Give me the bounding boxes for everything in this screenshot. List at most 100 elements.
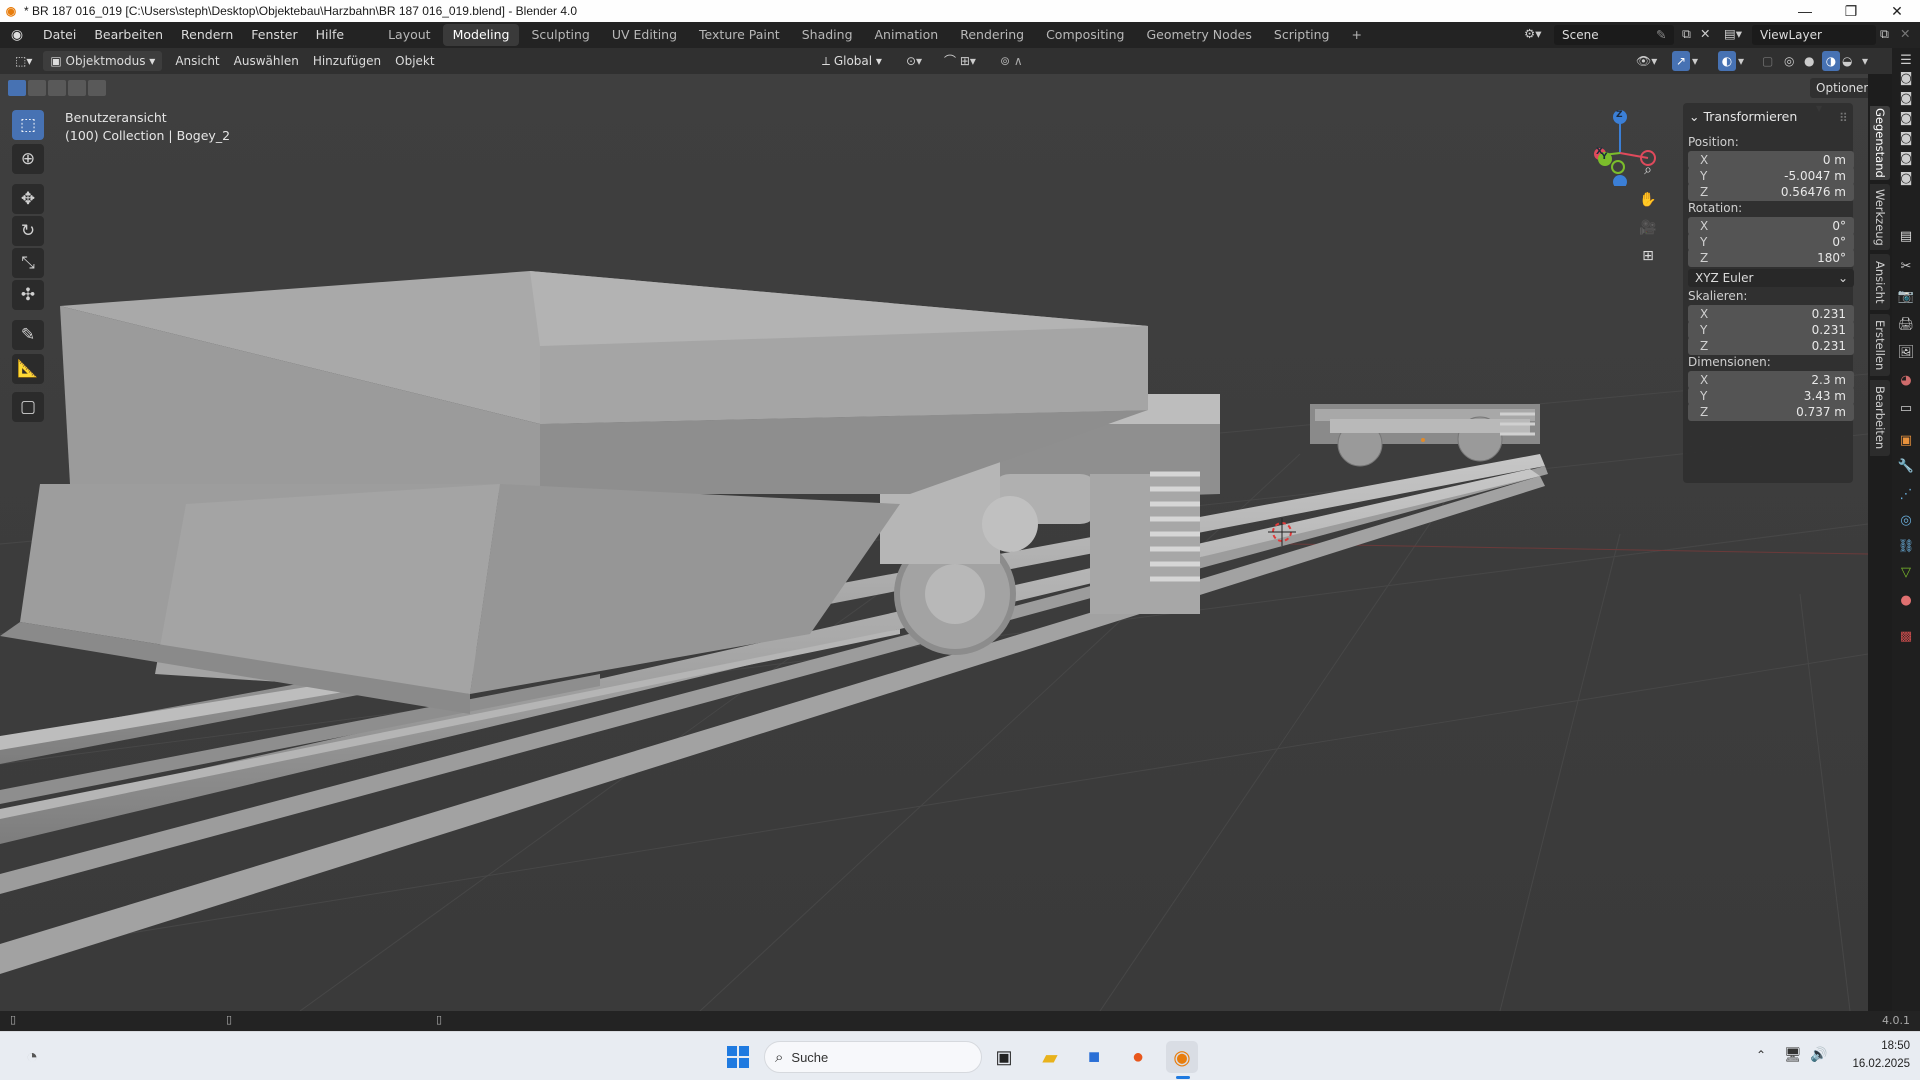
view-layer-icon[interactable]: ▤▾: [1724, 26, 1742, 41]
tab-animation[interactable]: Animation: [865, 24, 949, 46]
select-invert-icon[interactable]: [68, 80, 86, 96]
gizmo-toggle-icon[interactable]: ↗: [1672, 51, 1690, 71]
maximize-button[interactable]: ❐: [1828, 3, 1874, 20]
menu-ansicht[interactable]: Ansicht: [168, 51, 226, 71]
tab-gegenstand[interactable]: Gegenstand: [1870, 106, 1890, 180]
add-workspace-button[interactable]: +: [1341, 24, 1371, 46]
firefox-icon[interactable]: ●: [1122, 1041, 1154, 1073]
camera-visible-icon[interactable]: ◙: [1898, 130, 1914, 146]
select-new-icon[interactable]: [8, 80, 26, 96]
file-explorer-icon[interactable]: ▰: [1034, 1041, 1066, 1073]
scene-selector-icon[interactable]: ⚙▾: [1524, 26, 1552, 44]
tab-sculpting[interactable]: Sculpting: [521, 24, 599, 46]
tab-layout[interactable]: Layout: [378, 24, 441, 46]
volume-icon[interactable]: 🔊: [1810, 1046, 1827, 1063]
constraint-properties-icon[interactable]: ⛓: [1898, 538, 1915, 554]
material-properties-icon[interactable]: ●: [1898, 592, 1914, 608]
minimize-button[interactable]: —: [1782, 3, 1828, 19]
rotate-tool-icon[interactable]: ↻: [12, 216, 44, 246]
scene-properties-icon[interactable]: ◕: [1898, 372, 1914, 388]
object-properties-icon[interactable]: ▣: [1898, 432, 1914, 448]
drag-handle-icon[interactable]: ⠿: [1839, 111, 1848, 125]
orientation-dropdown[interactable]: ⟂ Global ▾: [822, 51, 882, 71]
camera-visible-icon[interactable]: ◙: [1898, 90, 1914, 106]
rotation-z-field[interactable]: Z 180°: [1688, 249, 1854, 267]
editor-type-icon[interactable]: ⬚▾: [8, 51, 39, 71]
3d-viewport[interactable]: ⬚ ⊕ ✥ ↻ ⤡ ✣ ✎ 📐 ▢ Benutzeransicht (100) …: [0, 74, 1868, 1011]
snap-icon[interactable]: ⌒ ⊞▾: [944, 51, 976, 71]
close-button[interactable]: ✕: [1874, 3, 1920, 20]
menu-hinzufuegen[interactable]: Hinzufügen: [306, 51, 388, 71]
tab-shading[interactable]: Shading: [792, 24, 863, 46]
modifier-properties-icon[interactable]: 🔧: [1898, 458, 1914, 474]
data-properties-icon[interactable]: ▽: [1898, 564, 1914, 580]
tool-properties-icon[interactable]: ✂: [1898, 258, 1914, 274]
menu-rendern[interactable]: Rendern: [172, 22, 242, 48]
physics-properties-icon[interactable]: ◎: [1898, 512, 1914, 528]
mode-dropdown[interactable]: ▣ Objektmodus ▾: [43, 51, 163, 71]
tab-modeling[interactable]: Modeling: [442, 24, 520, 46]
menu-fenster[interactable]: Fenster: [242, 22, 306, 48]
tab-erstellen[interactable]: Erstellen: [1870, 314, 1890, 376]
transform-tool-icon[interactable]: ✣: [12, 280, 44, 310]
select-box-tool-icon[interactable]: ⬚: [12, 110, 44, 140]
annotate-tool-icon[interactable]: ✎: [12, 320, 44, 350]
camera-visible-icon[interactable]: ◙: [1898, 110, 1914, 126]
output-properties-icon[interactable]: 🖨: [1898, 316, 1915, 332]
visibility-icon[interactable]: 👁▾: [1636, 51, 1657, 71]
proportional-edit-icon[interactable]: ⊚ ∧: [1000, 51, 1023, 71]
blender-menu-icon[interactable]: ◉: [0, 27, 34, 43]
perspective-toggle-icon[interactable]: ⊞: [1636, 244, 1660, 268]
tab-werkzeug[interactable]: Werkzeug: [1870, 184, 1890, 250]
menu-datei[interactable]: Datei: [34, 22, 85, 48]
tab-bearbeiten[interactable]: Bearbeiten: [1870, 380, 1890, 456]
options-dropdown[interactable]: Optionen ▾: [1810, 78, 1868, 115]
rendered-shading-icon[interactable]: ◒: [1842, 51, 1852, 71]
shading-dropdown-icon[interactable]: ▾: [1862, 51, 1868, 71]
cursor-tool-icon[interactable]: ⊕: [12, 144, 44, 174]
position-z-field[interactable]: Z 0.56476 m: [1688, 183, 1854, 201]
menu-bearbeiten[interactable]: Bearbeiten: [85, 22, 172, 48]
rotation-mode-dropdown[interactable]: XYZ Euler ⌄: [1688, 269, 1854, 287]
clock-date[interactable]: 16.02.2025: [1842, 1058, 1910, 1070]
world-properties-icon[interactable]: ▭: [1898, 400, 1914, 416]
scale-tool-icon[interactable]: ⤡: [12, 248, 44, 278]
select-subtract-icon[interactable]: [48, 80, 66, 96]
texture-properties-icon[interactable]: ▩: [1898, 628, 1914, 644]
camera-view-icon[interactable]: 🎥: [1636, 216, 1660, 240]
camera-visible-icon[interactable]: ◙: [1898, 170, 1914, 186]
scale-z-field[interactable]: Z 0.231: [1688, 337, 1854, 355]
clock-time[interactable]: 18:50: [1862, 1040, 1910, 1052]
tab-geometry-nodes[interactable]: Geometry Nodes: [1136, 24, 1261, 46]
move-tool-icon[interactable]: ✥: [12, 184, 44, 214]
view-layer-field[interactable]: ViewLayer: [1752, 25, 1876, 45]
delete-view-layer-icon[interactable]: ✕: [1900, 26, 1910, 41]
particle-properties-icon[interactable]: ⋰: [1898, 486, 1914, 502]
menu-auswaehlen[interactable]: Auswählen: [227, 51, 306, 71]
pin-icon[interactable]: ✎: [1656, 27, 1666, 42]
new-scene-icon[interactable]: ⧉: [1682, 26, 1691, 42]
tab-compositing[interactable]: Compositing: [1036, 24, 1134, 46]
tab-texture-paint[interactable]: Texture Paint: [689, 24, 790, 46]
select-extend-icon[interactable]: [28, 80, 46, 96]
outliner-icon[interactable]: ☰: [1898, 52, 1914, 68]
store-icon[interactable]: ■: [1078, 1041, 1110, 1073]
xray-icon[interactable]: ▢: [1762, 51, 1773, 71]
tab-uv-editing[interactable]: UV Editing: [602, 24, 687, 46]
widgets-icon[interactable]: ◔: [16, 1041, 48, 1073]
wireframe-shading-icon[interactable]: ◎: [1784, 51, 1794, 71]
add-cube-tool-icon[interactable]: ▢: [12, 392, 44, 422]
new-view-layer-icon[interactable]: ⧉: [1880, 26, 1889, 42]
tab-rendering[interactable]: Rendering: [950, 24, 1034, 46]
menu-hilfe[interactable]: Hilfe: [307, 22, 353, 48]
overlay-toggle-icon[interactable]: ◐: [1718, 51, 1736, 71]
transform-section-header[interactable]: ⌄ Transformieren: [1689, 109, 1797, 124]
zoom-icon[interactable]: ⌕: [1636, 158, 1660, 182]
view-layer-properties-icon[interactable]: 🖼: [1898, 344, 1915, 360]
measure-tool-icon[interactable]: 📐: [12, 354, 44, 384]
overlay-dropdown-icon[interactable]: ▾: [1738, 51, 1744, 71]
menu-objekt[interactable]: Objekt: [388, 51, 441, 71]
select-intersect-icon[interactable]: [88, 80, 106, 96]
delete-scene-icon[interactable]: ✕: [1700, 26, 1710, 41]
tab-ansicht[interactable]: Ansicht: [1870, 254, 1890, 310]
